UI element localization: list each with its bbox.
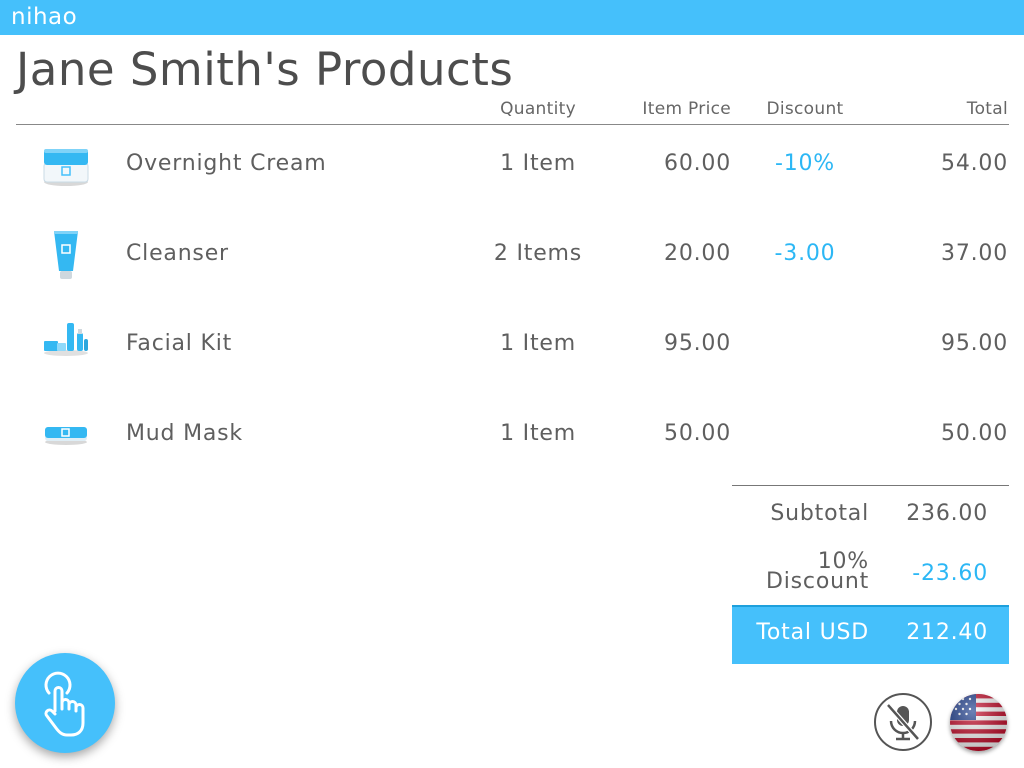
brand-logo: nihao [11, 4, 78, 30]
total-bar-top-border [732, 605, 1009, 607]
grand-total-label: Total USD [756, 620, 869, 645]
subtotal-label: Subtotal [770, 501, 869, 526]
column-header-quantity: Quantity [500, 99, 576, 119]
cleanser-tube-icon [40, 229, 92, 281]
summary-divider [732, 485, 1009, 486]
discount-label: 10% Discount [733, 551, 869, 594]
product-row[interactable]: Facial Kit 1 Item 95.00 95.00 [0, 305, 1024, 395]
product-row[interactable]: Mud Mask 1 Item 50.00 50.00 [0, 395, 1024, 485]
product-price: 50.00 [664, 421, 731, 446]
product-price: 95.00 [664, 331, 731, 356]
us-flag-icon [950, 694, 1007, 751]
product-quantity[interactable]: 1 Item [478, 149, 598, 179]
product-name: Facial Kit [126, 331, 233, 356]
column-header-discount: Discount [766, 99, 844, 119]
product-total: 95.00 [941, 331, 1008, 356]
discount-label-text: Discount [766, 569, 869, 594]
top-bar: nihao [0, 0, 1024, 35]
product-quantity[interactable]: 2 Items [478, 239, 598, 269]
microphone-button[interactable] [874, 693, 932, 751]
product-quantity[interactable]: 1 Item [478, 329, 598, 359]
product-total: 50.00 [941, 421, 1008, 446]
product-discount: -3.00 [774, 241, 836, 266]
column-header-total: Total [966, 99, 1008, 119]
cream-jar-icon [40, 139, 92, 191]
column-header-item-price: Item Price [642, 99, 731, 119]
subtotal-value: 236.00 [906, 501, 988, 526]
page-title: Jane Smith's Products [16, 43, 514, 96]
product-name: Cleanser [126, 241, 229, 266]
product-total: 37.00 [941, 241, 1008, 266]
hand-pointer-icon [44, 671, 85, 737]
product-price: 60.00 [664, 151, 731, 176]
product-name: Mud Mask [126, 421, 243, 446]
product-row[interactable]: Overnight Cream 1 Item 60.00 -10% 54.00 [0, 125, 1024, 215]
product-name: Overnight Cream [126, 151, 327, 176]
facial-kit-icon [40, 319, 92, 371]
grand-total-bar: Total USD 212.40 [732, 605, 1009, 664]
product-total: 54.00 [941, 151, 1008, 176]
language-button[interactable] [950, 694, 1007, 751]
mud-mask-jar-icon [40, 409, 92, 461]
product-quantity[interactable]: 1 Item [478, 419, 598, 449]
touch-button[interactable] [15, 653, 115, 753]
grand-total-value: 212.40 [906, 620, 988, 645]
product-discount: -10% [774, 151, 836, 176]
product-row[interactable]: Cleanser 2 Items 20.00 -3.00 37.00 [0, 215, 1024, 305]
discount-value: -23.60 [912, 561, 988, 586]
microphone-muted-icon [886, 703, 920, 741]
product-price: 20.00 [664, 241, 731, 266]
